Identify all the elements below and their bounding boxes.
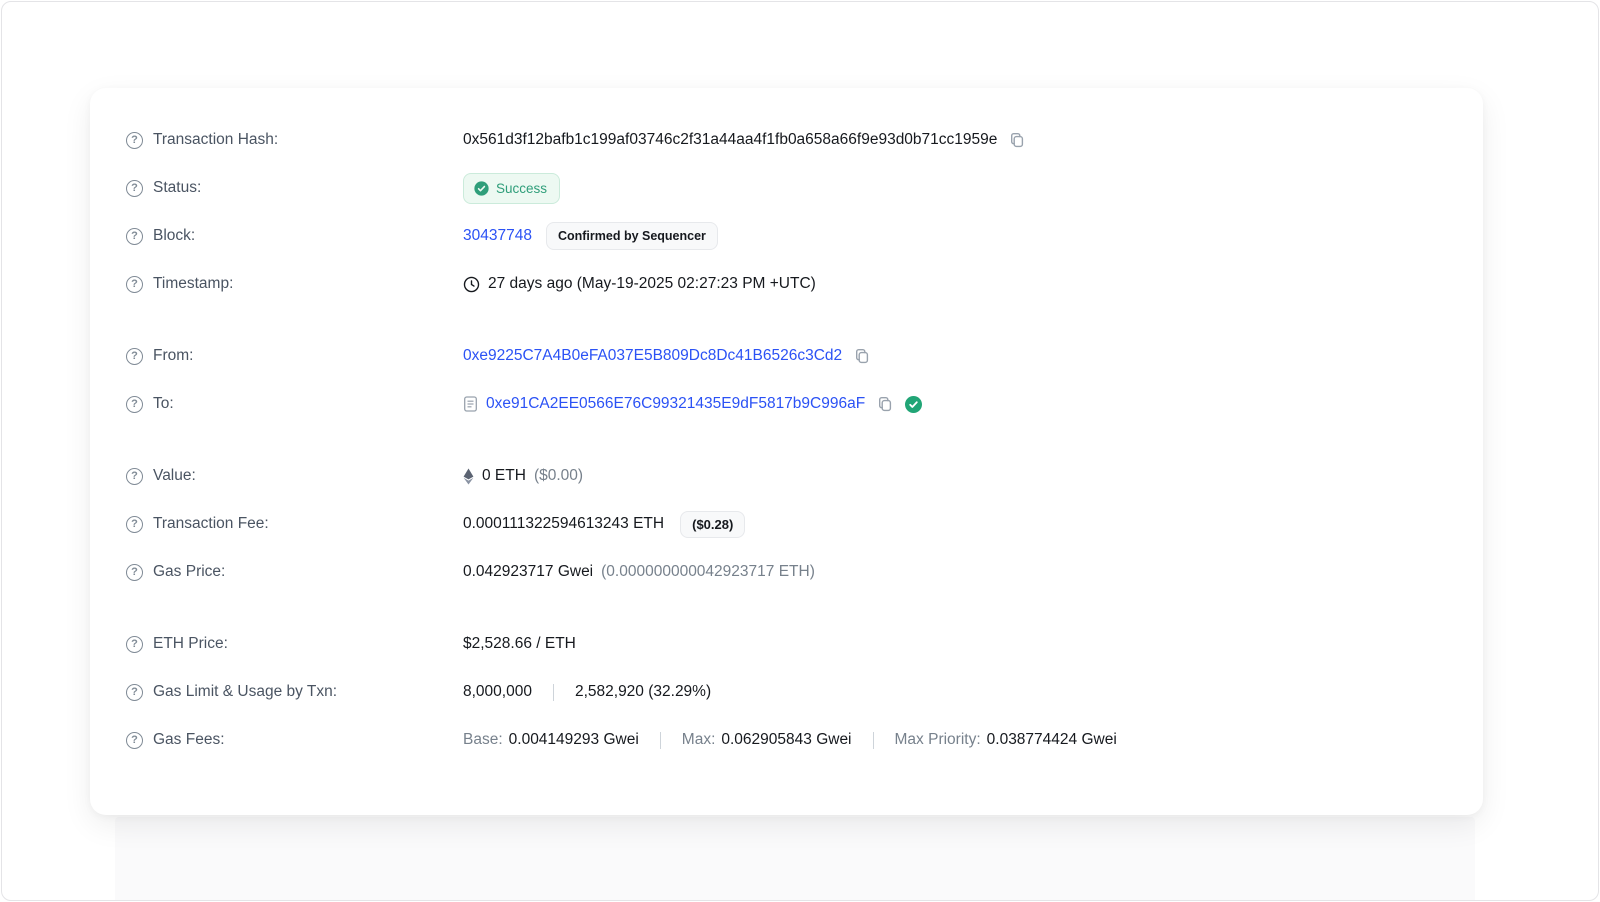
- help-icon[interactable]: ?: [126, 132, 143, 149]
- to-address-link[interactable]: 0xe91CA2EE0566E76C99321435E9dF5817b9C996…: [486, 395, 865, 413]
- gas-price-eth: (0.000000000042923717 ETH): [601, 563, 815, 581]
- row-gas-fees: ? Gas Fees: Base: 0.004149293 Gwei Max: …: [126, 716, 1447, 764]
- copy-icon[interactable]: [1009, 132, 1025, 148]
- page-frame: ? Transaction Hash: 0x561d3f12bafb1c199a…: [1, 1, 1599, 901]
- gas-fees-max-priority-value: 0.038774424 Gwei: [987, 731, 1117, 749]
- value-amount: 0 ETH: [482, 467, 526, 485]
- transaction-hash-label: Transaction Hash:: [153, 131, 278, 149]
- block-number-link[interactable]: 30437748: [463, 227, 532, 245]
- group-value-fees: ? Value: 0 ETH ($0.00) ? Transaction Fee…: [126, 452, 1447, 596]
- gas-fees-max-value: 0.062905843 Gwei: [721, 731, 851, 749]
- help-icon[interactable]: ?: [126, 228, 143, 245]
- help-icon[interactable]: ?: [126, 468, 143, 485]
- gas-fees-max-label: Max:: [682, 731, 716, 749]
- group-gas-details: ? ETH Price: $2,528.66 / ETH ? Gas Limit…: [126, 620, 1447, 764]
- contract-document-icon: [463, 396, 478, 412]
- row-timestamp: ? Timestamp: 27 days ago (May-19-2025 02…: [126, 260, 1447, 308]
- copy-icon[interactable]: [877, 396, 893, 412]
- help-icon[interactable]: ?: [126, 564, 143, 581]
- from-address-link[interactable]: 0xe9225C7A4B0eFA037E5B809Dc8Dc41B6526c3C…: [463, 347, 842, 365]
- help-icon[interactable]: ?: [126, 348, 143, 365]
- eth-price-label: ETH Price:: [153, 635, 228, 653]
- timestamp-label: Timestamp:: [153, 275, 233, 293]
- gas-limit-usage-label: Gas Limit & Usage by Txn:: [153, 683, 337, 701]
- status-badge-text: Success: [496, 181, 547, 196]
- help-icon[interactable]: ?: [126, 684, 143, 701]
- verified-check-circle-icon: [905, 396, 922, 413]
- gas-fees-max-priority-label: Max Priority:: [895, 731, 981, 749]
- row-status: ? Status: Success: [126, 164, 1447, 212]
- help-icon[interactable]: ?: [126, 636, 143, 653]
- help-icon[interactable]: ?: [126, 516, 143, 533]
- gas-usage-value: 2,582,920 (32.29%): [575, 683, 711, 701]
- clock-icon: [463, 276, 480, 293]
- help-icon[interactable]: ?: [126, 396, 143, 413]
- row-transaction-fee: ? Transaction Fee: 0.000111322594613243 …: [126, 500, 1447, 548]
- help-icon[interactable]: ?: [126, 180, 143, 197]
- transaction-fee-label: Transaction Fee:: [153, 515, 269, 533]
- row-to: ? To: 0xe91CA2EE0566E76C99321435E9dF5817…: [126, 380, 1447, 428]
- status-badge: Success: [463, 173, 560, 204]
- gas-fees-label: Gas Fees:: [153, 731, 225, 749]
- next-section-peek: [115, 817, 1475, 900]
- status-label: Status:: [153, 179, 201, 197]
- row-gas-price: ? Gas Price: 0.042923717 Gwei (0.0000000…: [126, 548, 1447, 596]
- timestamp-value: 27 days ago (May-19-2025 02:27:23 PM +UT…: [488, 275, 816, 293]
- help-icon[interactable]: ?: [126, 276, 143, 293]
- group-summary: ? Transaction Hash: 0x561d3f12bafb1c199a…: [126, 116, 1447, 308]
- block-label: Block:: [153, 227, 195, 245]
- gas-limit-value: 8,000,000: [463, 683, 532, 701]
- eth-price-value: $2,528.66 / ETH: [463, 635, 576, 653]
- block-confirmation-badge: Confirmed by Sequencer: [546, 222, 718, 250]
- separator: [873, 732, 874, 749]
- gas-fees-base-value: 0.004149293 Gwei: [509, 731, 639, 749]
- copy-icon[interactable]: [854, 348, 870, 364]
- gas-fees-base-label: Base:: [463, 731, 503, 749]
- ethereum-icon: [463, 468, 474, 485]
- row-value: ? Value: 0 ETH ($0.00): [126, 452, 1447, 500]
- separator: [660, 732, 661, 749]
- transaction-overview-card: ? Transaction Hash: 0x561d3f12bafb1c199a…: [90, 88, 1483, 815]
- row-eth-price: ? ETH Price: $2,528.66 / ETH: [126, 620, 1447, 668]
- value-label: Value:: [153, 467, 196, 485]
- transaction-hash-value: 0x561d3f12bafb1c199af03746c2f31a44aa4f1f…: [463, 131, 997, 149]
- group-addresses: ? From: 0xe9225C7A4B0eFA037E5B809Dc8Dc41…: [126, 332, 1447, 428]
- gas-price-gwei: 0.042923717 Gwei: [463, 563, 593, 581]
- transaction-fee-amount: 0.000111322594613243 ETH: [463, 515, 664, 533]
- row-block: ? Block: 30437748 Confirmed by Sequencer: [126, 212, 1447, 260]
- row-gas-limit-usage: ? Gas Limit & Usage by Txn: 8,000,000 2,…: [126, 668, 1447, 716]
- row-from: ? From: 0xe9225C7A4B0eFA037E5B809Dc8Dc41…: [126, 332, 1447, 380]
- help-icon[interactable]: ?: [126, 732, 143, 749]
- row-transaction-hash: ? Transaction Hash: 0x561d3f12bafb1c199a…: [126, 116, 1447, 164]
- to-label: To:: [153, 395, 174, 413]
- separator: [553, 684, 554, 701]
- from-label: From:: [153, 347, 193, 365]
- check-circle-icon: [474, 181, 489, 196]
- value-usd: ($0.00): [534, 467, 583, 485]
- transaction-fee-usd-badge: ($0.28): [680, 511, 745, 538]
- gas-price-label: Gas Price:: [153, 563, 225, 581]
